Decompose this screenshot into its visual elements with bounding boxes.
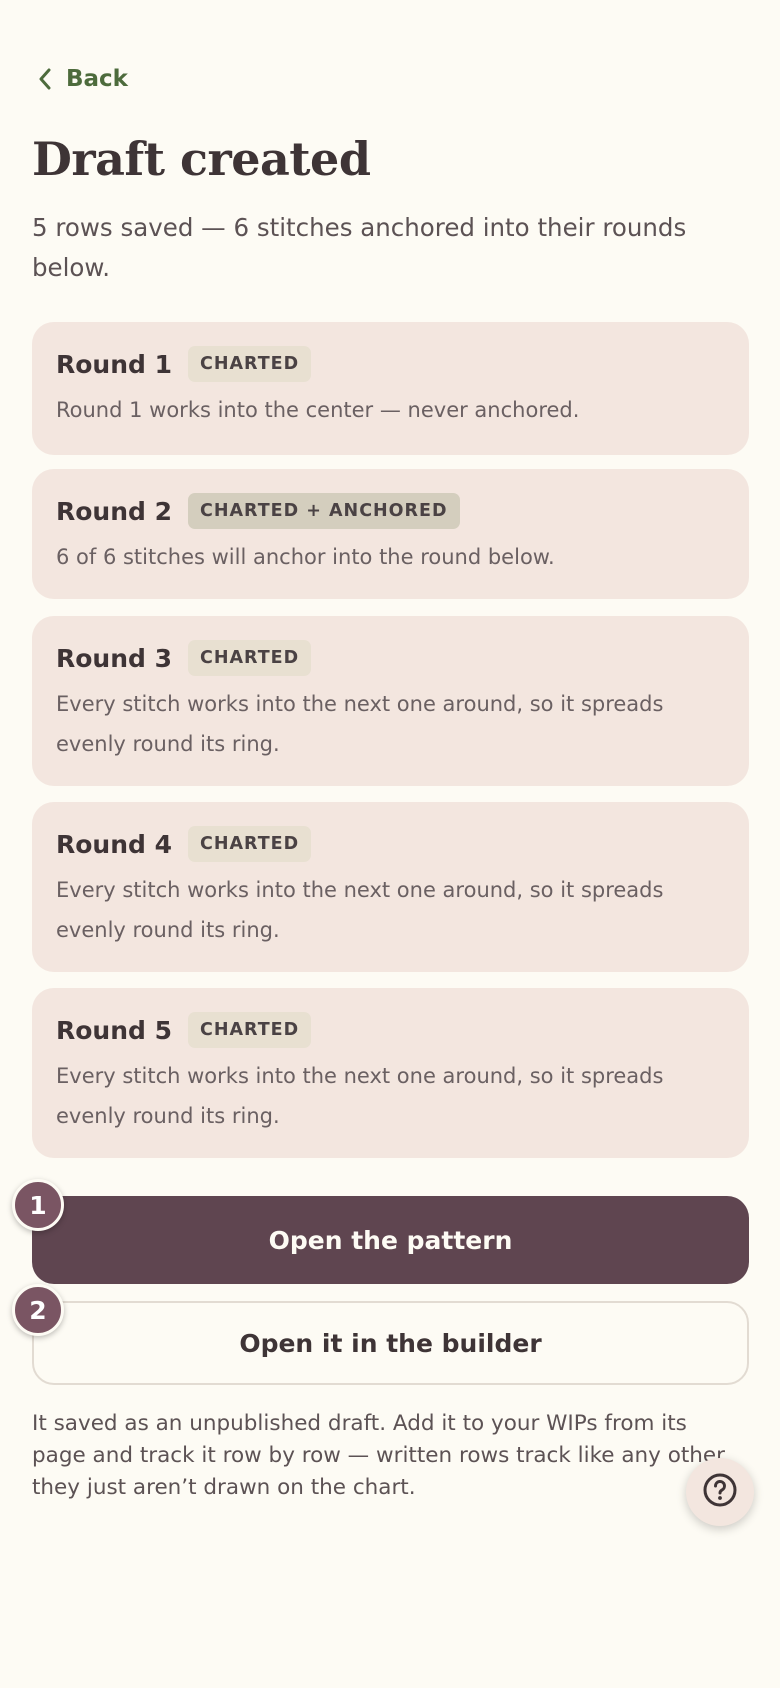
open-pattern-button[interactable]: Open the pattern [32,1196,749,1284]
round-description: Round 1 works into the center — never an… [56,398,580,422]
status-badge: CHARTED + ANCHORED [188,493,460,529]
round-card-3: Round 3 CHARTED Every stitch works into … [32,616,749,786]
open-builder-button[interactable]: Open it in the builder [32,1301,749,1385]
back-link[interactable]: Back [38,66,128,92]
status-badge: CHARTED [188,826,312,862]
status-badge: CHARTED [188,1012,312,1048]
page-subtitle: 5 rows saved — 6 stitches anchored into … [32,213,687,282]
chevron-left-icon [38,68,52,90]
round-title: Round 4 [56,829,173,859]
round-title: Round 2 [56,496,173,526]
page-title: Draft created [32,132,371,186]
footer-note: It saved as an unpublished draft. Add it… [32,1411,725,1500]
status-badge: CHARTED [188,640,312,676]
round-title: Round 5 [56,1015,173,1045]
round-card-2: Round 2 CHARTED + ANCHORED 6 of 6 stitch… [32,469,749,599]
help-button[interactable] [686,1458,754,1526]
round-description: Every stitch works into the next one aro… [56,1064,664,1128]
round-title: Round 1 [56,349,173,379]
round-description: Every stitch works into the next one aro… [56,878,664,942]
round-card-5: Round 5 CHARTED Every stitch works into … [32,988,749,1158]
question-circle-icon [702,1472,738,1512]
round-card-4: Round 4 CHARTED Every stitch works into … [32,802,749,972]
round-description: 6 of 6 stitches will anchor into the rou… [56,545,555,569]
round-title: Round 3 [56,643,173,673]
step-marker-2: 2 [12,1284,64,1336]
round-description: Every stitch works into the next one aro… [56,692,664,756]
round-card-1: Round 1 CHARTED Round 1 works into the c… [32,322,749,455]
status-badge: CHARTED [188,346,312,382]
back-label: Back [66,66,128,92]
step-marker-1: 1 [12,1179,64,1231]
